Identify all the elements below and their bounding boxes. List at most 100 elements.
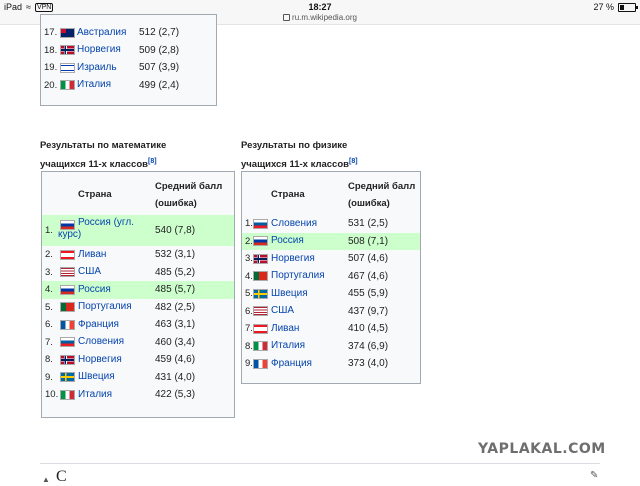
country-link[interactable]: Словения (78, 336, 124, 348)
physics-reference-link[interactable]: [8] (349, 158, 358, 165)
country-name[interactable]: Австралия (77, 27, 126, 38)
rank-number: 1. (245, 218, 253, 230)
rank-number: 19. (44, 62, 58, 74)
country-name[interactable]: Швеция (271, 288, 308, 299)
italy-flag-icon (253, 341, 268, 352)
country-name[interactable]: Швеция (78, 371, 115, 382)
rank-number: 5. (245, 288, 253, 300)
rank-number: 20. (44, 79, 58, 91)
math-results-table: Страна Средний балл (ошибка) 1. Россия (угл.… (41, 171, 235, 418)
country-link[interactable]: Франция (78, 319, 119, 331)
edit-icon[interactable]: ✎ (590, 470, 598, 481)
country-link[interactable]: Португалия (271, 270, 325, 282)
column-header-score: Средний балл (348, 181, 416, 192)
column-header-country: Страна (78, 189, 112, 200)
country-link[interactable]: Швеция (78, 371, 115, 383)
country-name[interactable]: Франция (271, 358, 312, 369)
country-name-continued[interactable]: курс) (58, 229, 81, 240)
next-section-heading[interactable]: С (56, 468, 67, 486)
lebanon-flag-icon (60, 249, 75, 260)
country-link[interactable]: Австралия (77, 27, 126, 39)
country-name[interactable]: Россия (271, 235, 304, 246)
url-text[interactable]: ru.m.wikipedia.org (292, 13, 357, 22)
table-row: 5. Португалия 482 (2,5) (42, 299, 234, 317)
country-name[interactable]: Франция (78, 319, 119, 330)
rank-number: 6. (45, 319, 53, 331)
country-name[interactable]: Словения (271, 218, 317, 229)
score-value: 507 (3,9) (139, 62, 180, 74)
country-link[interactable]: Россия (угл. курс) (58, 217, 134, 241)
country-name[interactable]: США (271, 305, 294, 316)
rank-number: 6. (245, 305, 253, 317)
portugal-flag-icon (60, 302, 75, 313)
math-reference-link[interactable]: [8] (148, 158, 157, 165)
table-row: 8. Норвегия 459 (4,6) (42, 351, 234, 369)
rank-number: 2. (45, 249, 53, 261)
table-row: 19. Израиль 507 (3,9) (41, 59, 216, 77)
country-name[interactable]: США (78, 266, 101, 277)
country-name[interactable]: Израиль (77, 62, 117, 73)
country-link[interactable]: США (78, 266, 101, 278)
country-link[interactable]: Италия (271, 340, 305, 352)
score-value: 531 (2,5) (348, 218, 389, 230)
country-name[interactable]: Ливан (271, 323, 299, 334)
rank-number: 4. (245, 270, 253, 282)
country-name[interactable]: Норвегия (77, 44, 121, 55)
table-row: 3. Норвегия 507 (4,6) (242, 250, 420, 268)
country-name[interactable]: Португалия (78, 301, 132, 312)
score-value: 509 (2,8) (139, 44, 180, 56)
top-ranking-table: 17. Австралия 512 (2,7) 18. Норвегия 509 (2,8… (40, 14, 217, 106)
country-name[interactable]: Италия (77, 79, 111, 90)
country-link[interactable]: США (271, 305, 294, 317)
table-row: 4. Португалия 467 (4,6) (242, 268, 420, 286)
country-name[interactable]: Россия (78, 284, 111, 295)
math-caption: Результаты по математике учащихся 11-х к… (40, 138, 240, 173)
country-link[interactable]: Израиль (77, 62, 117, 74)
table-row: 2. Россия 508 (7,1) (242, 232, 420, 250)
score-value: 499 (2,4) (139, 79, 180, 91)
country-link[interactable]: Италия (78, 389, 112, 401)
rank-number: 3. (45, 266, 53, 278)
country-name[interactable]: Словения (78, 336, 124, 347)
physics-caption-line1: Результаты по физике (241, 140, 348, 151)
table-row: 9. Швеция 431 (4,0) (42, 369, 234, 387)
score-value: 460 (3,4) (155, 336, 196, 348)
country-link[interactable]: Португалия (78, 301, 132, 313)
country-name[interactable]: Норвегия (271, 253, 315, 264)
country-link[interactable]: Россия (271, 235, 304, 247)
sweden-flag-icon (60, 372, 75, 383)
country-link[interactable]: Россия (78, 284, 111, 296)
score-value: 463 (3,1) (155, 319, 196, 331)
math-caption-line1: Результаты по математике (40, 140, 167, 151)
rank-number: 7. (245, 323, 253, 335)
italy-flag-icon (60, 80, 75, 91)
norway-flag-icon (60, 354, 75, 365)
rank-number: 17. (44, 27, 58, 39)
country-link[interactable]: Норвегия (271, 253, 315, 265)
country-link[interactable]: Словения (271, 218, 317, 230)
country-link[interactable]: Норвегия (78, 354, 122, 366)
score-value: 373 (4,0) (348, 358, 389, 370)
australia-flag-icon (60, 27, 75, 38)
country-name[interactable]: Россия (угл. (78, 217, 134, 228)
country-name[interactable]: Норвегия (78, 354, 122, 365)
country-name[interactable]: Италия (271, 340, 305, 351)
country-link[interactable]: Италия (77, 79, 111, 91)
table-row: 6. США 437 (9,7) (242, 303, 420, 321)
country-name[interactable]: Ливан (78, 249, 106, 260)
score-value: 512 (2,7) (139, 27, 180, 39)
rank-number: 10. (45, 389, 59, 401)
country-name[interactable]: Италия (78, 389, 112, 400)
country-link[interactable]: Франция (271, 358, 312, 370)
score-value: 467 (4,6) (348, 270, 389, 282)
country-link[interactable]: Ливан (271, 323, 299, 335)
israel-flag-icon (60, 62, 75, 73)
table-row: 8. Италия 374 (6,9) (242, 338, 420, 356)
country-name[interactable]: Португалия (271, 270, 325, 281)
usa-flag-icon (253, 306, 268, 317)
score-value: 459 (4,6) (155, 354, 196, 366)
country-link[interactable]: Ливан (78, 249, 106, 261)
table-row: 9. Франция 373 (4,0) (242, 355, 420, 373)
country-link[interactable]: Швеция (271, 288, 308, 300)
country-link[interactable]: Норвегия (77, 44, 121, 56)
